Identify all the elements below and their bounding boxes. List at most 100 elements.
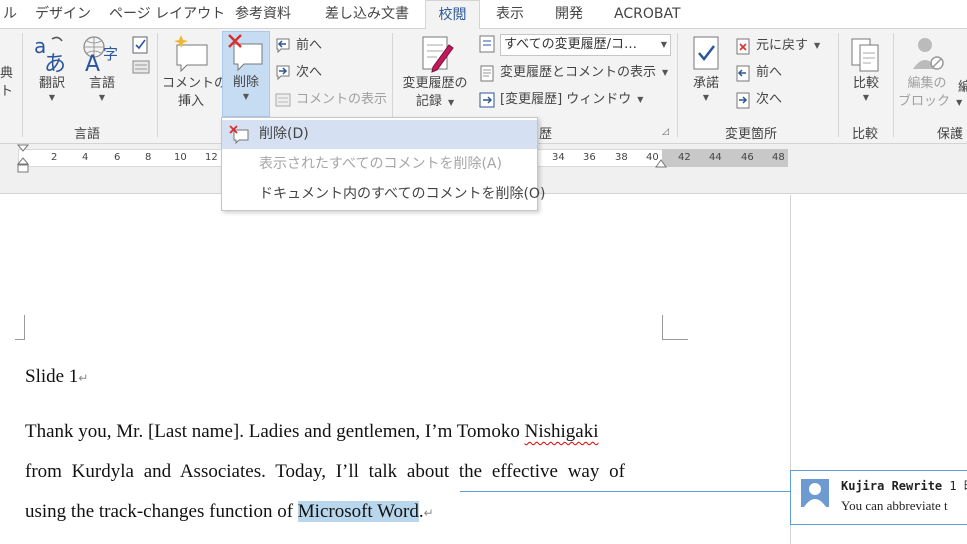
changes-group-label: 変更箇所 xyxy=(725,127,778,142)
next-change-button[interactable]: 次へ xyxy=(734,89,782,111)
tab-design[interactable]: デザイン xyxy=(35,0,91,29)
commented-text[interactable]: Microsoft Word xyxy=(297,501,419,522)
translate-button[interactable]: a あ 翻訳 ▼ xyxy=(30,33,74,103)
doc-line-2: from Kurdyla and Associates. Today, I’ll… xyxy=(25,461,625,482)
show-markup-button[interactable]: 変更履歴とコメントの表示 ▼ xyxy=(478,62,668,84)
block-authors-label2: ブロック xyxy=(898,94,951,109)
accept-button[interactable]: 承諾 ▼ xyxy=(684,33,728,103)
ribbon-tabs: ル デザイン ページ レイアウト 参考資料 差し込み文書 校閲 表示 開発 AC… xyxy=(0,0,967,30)
tab-references[interactable]: 参考資料 xyxy=(235,0,291,29)
accept-icon xyxy=(693,36,719,70)
menu-item-delete-all[interactable]: ドキュメント内のすべてのコメントを削除(O) xyxy=(222,180,545,209)
language-small-icons[interactable] xyxy=(131,35,151,79)
tab-view[interactable]: 表示 xyxy=(496,0,524,29)
delete-comment-icon xyxy=(229,125,249,144)
previous-change-button[interactable]: 前へ xyxy=(734,62,782,84)
new-comment-icon xyxy=(174,35,208,73)
menu-item-delete-all-label: ドキュメント内のすべてのコメントを削除(O) xyxy=(259,186,546,202)
new-comment-label1: コメントの xyxy=(162,76,228,91)
track-changes-icon xyxy=(422,36,454,73)
reviewing-pane-icon xyxy=(479,92,495,108)
chevron-down-icon: ▼ xyxy=(862,93,870,102)
tracking-group-label-partial: 歴 xyxy=(539,127,553,142)
translate-label: 翻訳 xyxy=(38,76,65,91)
tab-acrobat[interactable]: ACROBAT xyxy=(614,0,681,29)
ruler-tick: 36 xyxy=(583,152,596,163)
menu-item-delete-shown[interactable]: 表示されたすべてのコメントを削除(A) xyxy=(222,150,537,179)
next-comment-icon xyxy=(276,65,290,81)
ruler-tick: 6 xyxy=(114,152,121,163)
block-authors-button[interactable]: 編集の ブロック ▼ xyxy=(898,33,962,112)
dictionary-button-partial[interactable]: 典 ト xyxy=(0,65,13,101)
chevron-down-icon: ▼ xyxy=(48,93,56,102)
track-changes-button[interactable]: 変更履歴の 記録 ▼ xyxy=(397,33,473,112)
ruler-tick: 2 xyxy=(51,152,58,163)
previous-change-icon xyxy=(736,65,750,82)
compare-group-label: 比較 xyxy=(852,127,879,142)
block-authors-label1: 編集の xyxy=(907,76,947,91)
word-window: { "tabs": [ {"label": "ル", "active": fal… xyxy=(0,0,967,544)
compare-button[interactable]: 比較 ▼ xyxy=(844,33,888,103)
tab-page-layout[interactable]: ページ レイアウト xyxy=(109,0,225,29)
reviewing-pane-label: [変更履歴] ウィンドウ xyxy=(500,92,632,107)
chevron-down-icon: ▼ xyxy=(637,95,644,104)
heading-text: Slide 1 xyxy=(25,366,79,387)
menu-item-delete[interactable]: 削除(D) xyxy=(222,120,537,149)
reject-label: 元に戻す xyxy=(756,38,809,53)
comment-balloon[interactable]: Kujira Rewrite 1 時 You can abbreviate t xyxy=(790,470,967,525)
show-comments-label: コメントの表示 xyxy=(296,92,388,107)
right-indent-marker-icon[interactable] xyxy=(655,157,667,169)
next-comment-button[interactable]: 次へ xyxy=(274,62,322,84)
dialog-launcher-icon[interactable]: ◿ xyxy=(662,127,669,137)
chevron-down-icon: ▼ xyxy=(702,93,710,102)
svg-text:字: 字 xyxy=(103,45,118,63)
chevron-down-icon: ▼ xyxy=(956,98,963,107)
restrict-editing-partial[interactable]: 編 xyxy=(958,79,967,97)
display-for-review-combo[interactable]: すべての変更履歴/コ… ▼ xyxy=(500,34,671,56)
tab-file-partial[interactable]: ル xyxy=(3,0,17,29)
new-comment-button[interactable]: コメントの 挿入 xyxy=(162,33,227,111)
language-icon: A 字 xyxy=(83,36,118,75)
previous-comment-label: 前へ xyxy=(296,38,323,53)
comment-author-name: Kujira Rewrite xyxy=(841,479,943,493)
indent-marker-icon[interactable] xyxy=(17,144,29,174)
translate-icon: a あ xyxy=(34,34,66,75)
track-changes-label2: 記録 xyxy=(415,94,442,109)
delete-comment-button[interactable]: 削除 ▼ xyxy=(222,31,270,117)
next-comment-label: 次へ xyxy=(296,65,323,80)
show-markup-label: 変更履歴とコメントの表示 xyxy=(500,65,657,80)
new-comment-label2: 挿入 xyxy=(177,94,204,109)
show-comments-icon xyxy=(275,93,291,107)
chevron-down-icon: ▼ xyxy=(662,68,669,77)
delete-comment-label: 削除 xyxy=(232,75,259,90)
chevron-down-icon: ▼ xyxy=(242,92,250,101)
ruler-tick: 46 xyxy=(741,152,754,163)
chevron-down-icon: ▼ xyxy=(448,98,455,107)
doc-heading: Slide 1↵ xyxy=(25,366,88,388)
line3-text: using the track-changes function of xyxy=(25,501,298,522)
menu-item-delete-label: 削除(D) xyxy=(259,126,309,142)
comment-text[interactable]: You can abbreviate t xyxy=(841,498,948,514)
ruler-tick: 10 xyxy=(174,152,187,163)
ruler-tick: 44 xyxy=(709,152,722,163)
user-icon xyxy=(804,483,826,507)
reviewing-pane-button[interactable]: [変更履歴] ウィンドウ ▼ xyxy=(478,89,643,111)
language-button[interactable]: A 字 言語 ▼ xyxy=(80,33,124,103)
dictionary-label-partial2: ト xyxy=(0,84,14,99)
tab-mailings[interactable]: 差し込み文書 xyxy=(325,0,409,29)
tab-developer[interactable]: 開発 xyxy=(555,0,583,29)
show-comments-button[interactable]: コメントの表示 xyxy=(274,89,387,111)
ruler-tick: 38 xyxy=(615,152,628,163)
reject-button[interactable]: 元に戻す ▼ xyxy=(734,35,820,57)
svg-text:A: A xyxy=(85,52,100,75)
ruler-tick: 12 xyxy=(205,152,218,163)
ruler-tick: 48 xyxy=(772,152,785,163)
previous-comment-button[interactable]: 前へ xyxy=(274,35,322,57)
ruler-tick: 42 xyxy=(678,152,691,163)
spelling-flag[interactable]: Nishigaki xyxy=(525,421,599,442)
chevron-down-icon: ▼ xyxy=(814,41,821,50)
previous-change-label: 前へ xyxy=(756,65,783,80)
ruler-tick: 4 xyxy=(82,152,89,163)
tab-review[interactable]: 校閲 xyxy=(425,0,480,30)
delete-comment-icon xyxy=(228,34,263,72)
